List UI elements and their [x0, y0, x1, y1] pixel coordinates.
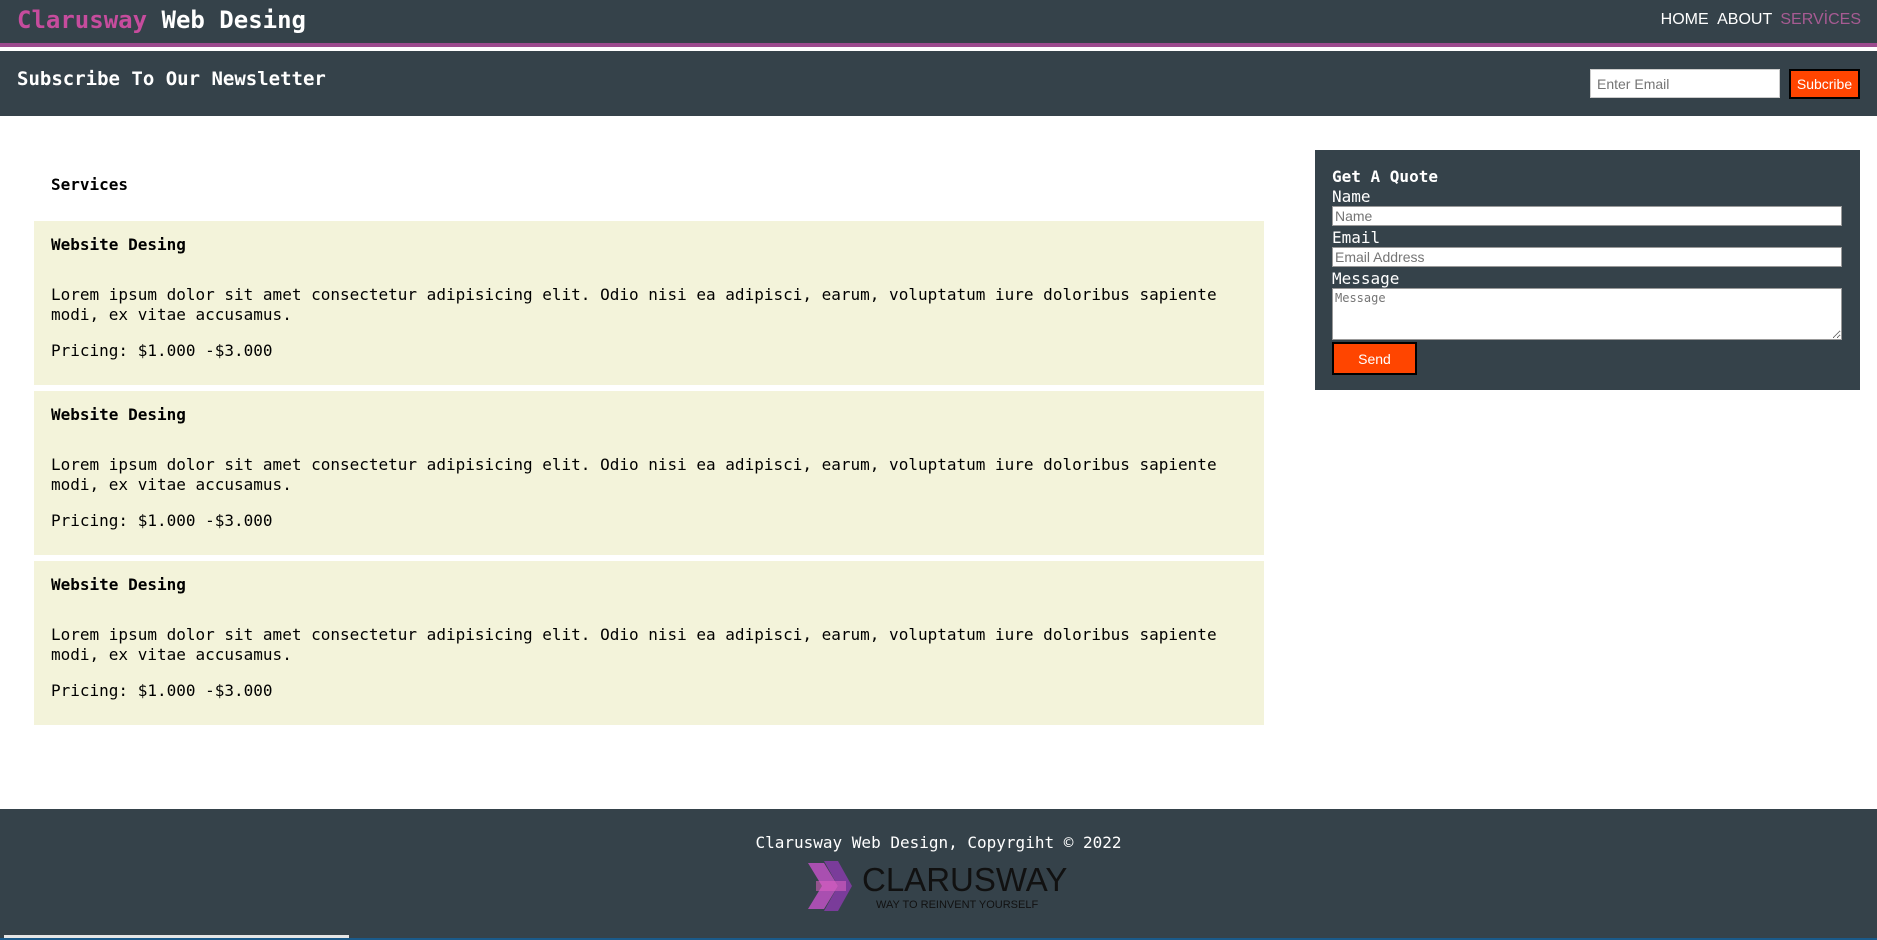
service-description: Lorem ipsum dolor sit amet consectetur a…	[51, 455, 1217, 494]
chevron-logo-icon	[808, 861, 852, 911]
horizontal-scrollbar[interactable]	[4, 935, 349, 938]
site-footer: Clarusway Web Design, Copyrgiht © 2022 C…	[0, 809, 1877, 940]
quote-title: Get A Quote	[1332, 167, 1438, 186]
service-card: Website Desing Lorem ipsum dolor sit ame…	[34, 221, 1264, 385]
service-price: Pricing: $1.000 -$3.000	[51, 511, 273, 530]
service-title: Website Desing	[51, 575, 186, 594]
logo-tagline: WAY TO REINVENT YOURSELF	[876, 899, 1039, 911]
quote-form: Get A Quote Name Email Message Send	[1315, 150, 1860, 390]
name-label: Name	[1332, 187, 1371, 206]
nav-services[interactable]: SERVİCES	[1780, 11, 1861, 28]
service-card: Website Desing Lorem ipsum dolor sit ame…	[34, 561, 1264, 725]
services-title: Services	[51, 175, 129, 194]
service-card: Website Desing Lorem ipsum dolor sit ame…	[34, 391, 1264, 555]
logo-wordmark: CLARUSWAY	[862, 861, 1068, 898]
service-title: Website Desing	[51, 405, 186, 424]
service-title: Website Desing	[51, 235, 186, 254]
main-nav: HOME ABOUT SERVİCES	[1657, 11, 1861, 29]
brand-highlight: Clarusway	[17, 6, 148, 34]
message-textarea[interactable]	[1332, 288, 1842, 340]
service-description: Lorem ipsum dolor sit amet consectetur a…	[51, 625, 1217, 664]
service-price: Pricing: $1.000 -$3.000	[51, 681, 273, 700]
services-section: Services Website Desing Lorem ipsum dolo…	[34, 170, 1264, 731]
service-price: Pricing: $1.000 -$3.000	[51, 341, 273, 360]
brand-logo[interactable]: Clarusway Web Desing	[17, 6, 306, 34]
newsletter-title: Subscribe To Our Newsletter	[17, 68, 326, 90]
service-description: Lorem ipsum dolor sit amet consectetur a…	[51, 285, 1217, 324]
clarusway-logo: CLARUSWAY WAY TO REINVENT YOURSELF	[806, 859, 1071, 913]
subscribe-button[interactable]: Subcribe	[1789, 69, 1860, 99]
nav-home[interactable]: HOME	[1661, 11, 1709, 28]
email-input[interactable]	[1332, 247, 1842, 267]
message-label: Message	[1332, 269, 1400, 288]
newsletter-email-input[interactable]	[1590, 69, 1780, 98]
nav-about[interactable]: ABOUT	[1717, 11, 1772, 28]
email-label: Email	[1332, 228, 1381, 247]
site-header: Clarusway Web Desing HOME ABOUT SERVİCES	[0, 0, 1877, 47]
copyright-text: Clarusway Web Design, Copyrgiht © 2022	[755, 833, 1122, 852]
send-button[interactable]: Send	[1332, 342, 1417, 375]
brand-rest: Web Desing	[161, 6, 307, 34]
name-input[interactable]	[1332, 206, 1842, 226]
